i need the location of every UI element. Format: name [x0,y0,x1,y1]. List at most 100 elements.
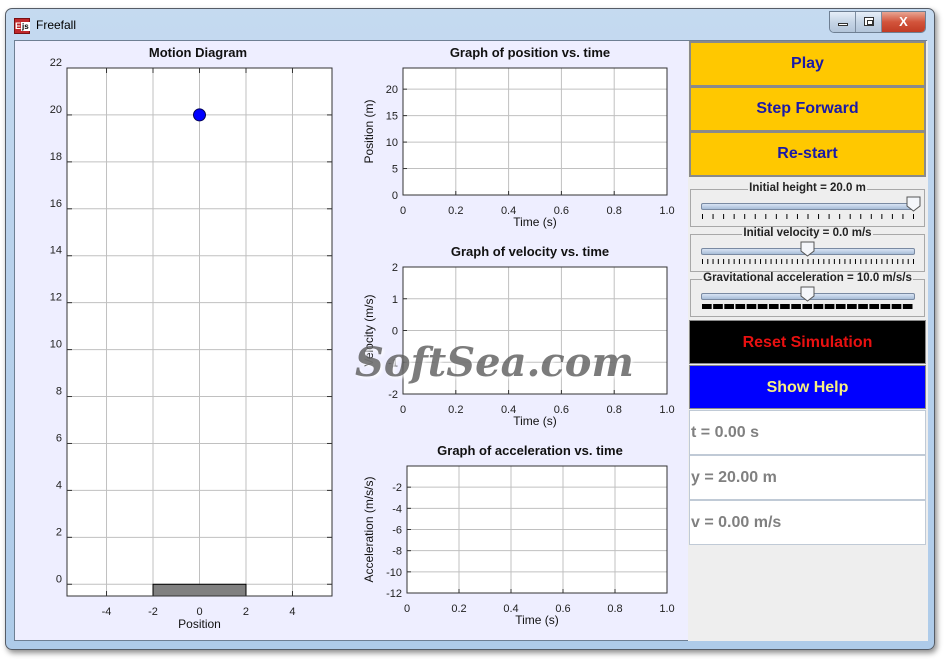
y-tick-label: -2 [392,482,402,494]
slider-tick [757,304,768,309]
slider-tick [824,304,835,309]
show-help-button[interactable]: Show Help [689,365,926,409]
slider-tick [813,304,824,309]
slider-thumb[interactable] [800,241,815,257]
client-area: Motion Diagram -4 -2 0 2 4 0 2 4 6 8 10 12 14 16 18 20 2… [14,40,928,641]
x-tick-label: 0.8 [607,603,622,615]
x-axis-label: Time (s) [513,215,557,229]
time-charts[interactable]: 0 0.2 0.4 0.6 0.8 1.005101520Time (s)Position… [355,41,688,641]
slider-tick [902,304,913,309]
window-controls: X [829,11,926,33]
y-tick-label: 0 [56,573,62,585]
y-axis-label: Acceleration (m/s/s) [362,476,376,582]
falling-ball [193,108,206,122]
x-tick-label: 1.0 [659,404,674,416]
minimize-button[interactable] [830,12,856,32]
y-tick-label: 5 [392,164,398,176]
ejs-app-icon[interactable]: Ejs [14,18,30,34]
slider-thumb[interactable] [800,286,815,302]
slider-tick [858,304,868,309]
y-axis-label: Velocity (m/s) [362,294,376,366]
slider-ticks [702,304,913,309]
slider-tick [735,304,746,309]
y-tick-label: 20 [50,104,62,116]
ground-block [152,583,247,597]
slider-tick [780,304,790,309]
reset-simulation-button[interactable]: Reset Simulation [689,320,926,364]
close-button[interactable]: X [882,12,925,32]
velocity-readout: v = 0.00 m/s [689,500,926,545]
x-tick-label: 0.2 [448,205,463,217]
step-forward-button[interactable]: Step Forward [689,86,926,132]
position-readout: y = 20.00 m [689,455,926,500]
x-axis-label: Time (s) [515,613,559,627]
y-tick-label: 12 [50,292,62,304]
initial-velocity-slider[interactable]: Initial velocity = 0.0 m/s [690,227,925,272]
slider-tick [891,304,902,309]
slider-tick [724,304,734,309]
slider-tick [746,304,757,309]
plot-area [403,68,667,195]
app-window: Ejs Freefall X Motion Diagram -4 -2 0 2 4 0 2 4… [5,8,935,650]
slider-tick [802,304,813,309]
slider-tick [835,304,846,309]
slider-label: Initial height = 20.0 m [748,182,867,194]
slider-tick [702,304,712,309]
slider-tick [768,304,779,309]
slider-ticks [702,259,914,264]
y-tick-label: 22 [50,57,62,69]
slider-tick [713,304,723,309]
control-panel: Play Step Forward Re-start Initial heigh… [688,41,928,641]
y-tick-label: 8 [56,386,62,398]
x-tick-label: 0 [400,205,406,217]
y-tick-label: 20 [386,84,398,96]
x-tick-label: 0.2 [451,603,466,615]
restart-button[interactable]: Re-start [689,131,926,177]
x-tick-label: 1.0 [659,603,674,615]
y-tick-label: 10 [50,339,62,351]
minimize-icon [838,23,848,26]
x-tick-label: -4 [102,606,112,618]
y-tick-label: 6 [56,432,62,444]
x-tick-label: 0.8 [607,205,622,217]
slider-label: Initial velocity = 0.0 m/s [742,227,873,239]
maximize-icon [864,17,874,26]
y-tick-label: -12 [386,588,402,600]
y-tick-label: 10 [386,137,398,149]
initial-height-slider[interactable]: Initial height = 20.0 m [690,182,925,227]
slider-tick [791,304,801,309]
y-tick-label: 0 [392,326,398,338]
y-tick-label: -1 [388,357,398,369]
title-bar[interactable]: Ejs Freefall X [6,9,934,39]
slider-tick [869,304,880,309]
slider-thumb[interactable] [906,196,921,212]
y-tick-label: 16 [50,198,62,210]
y-tick-label: 2 [392,262,398,274]
motion-diagram[interactable]: -4 -2 0 2 40246810121416182022Position [15,41,355,641]
y-tick-label: 15 [386,111,398,123]
y-tick-label: -2 [388,389,398,401]
x-tick-label: 0 [400,404,406,416]
close-icon: X [899,14,908,29]
gravitational-acceleration-slider[interactable]: Gravitational acceleration = 10.0 m/s/s [690,272,925,317]
slider-tick [847,304,857,309]
time-readout: t = 0.00 s [689,410,926,455]
x-axis-label: Position [178,617,221,631]
maximize-button[interactable] [856,12,882,32]
window-title: Freefall [36,18,77,32]
slider-ticks [702,214,914,219]
play-button[interactable]: Play [689,41,926,87]
y-tick-label: -6 [392,525,402,537]
slider-tick [880,304,891,309]
x-tick-label: 0 [404,603,410,615]
y-tick-label: 1 [392,294,398,306]
slider-track[interactable] [701,203,915,210]
x-axis-label: Time (s) [513,414,557,428]
y-tick-label: -10 [386,567,402,579]
x-tick-label: 2 [243,606,249,618]
x-tick-label: 4 [289,606,295,618]
y-tick-label: 0 [392,190,398,202]
y-tick-label: 2 [56,526,62,538]
y-tick-label: -8 [392,546,402,558]
x-tick-label: 0.8 [607,404,622,416]
